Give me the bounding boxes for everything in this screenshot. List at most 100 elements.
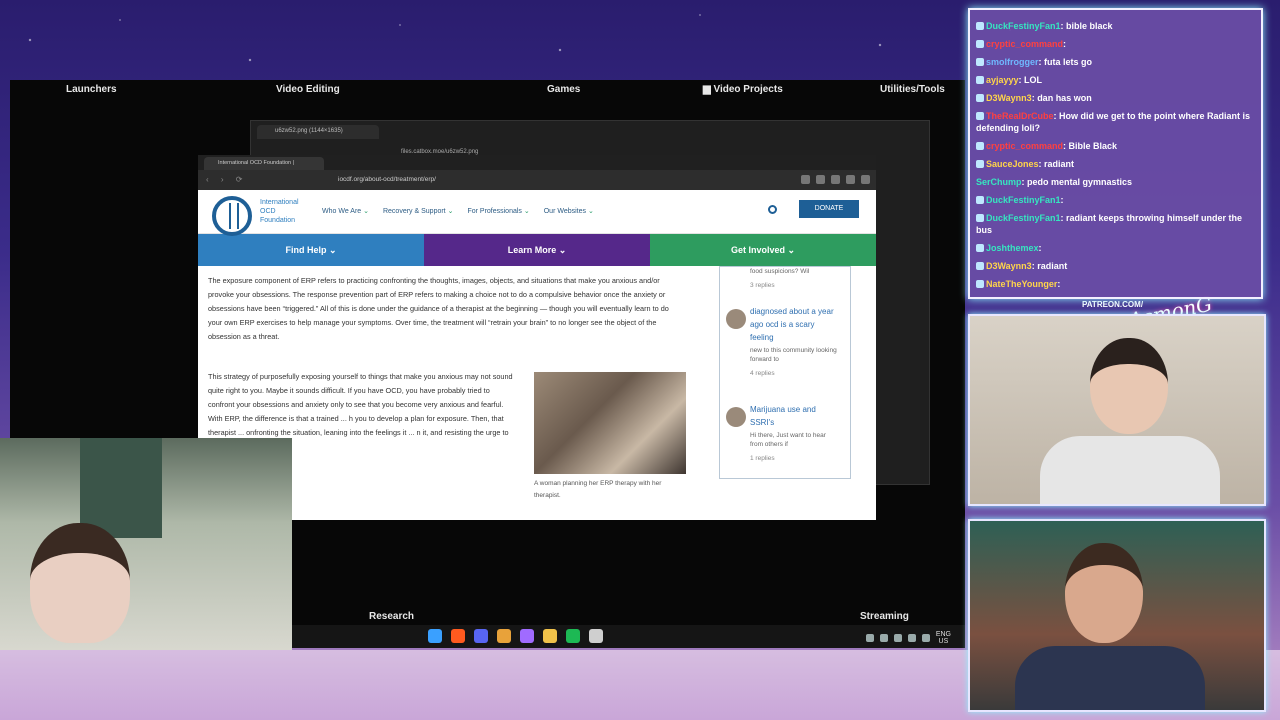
tray-icon[interactable] — [907, 634, 916, 642]
chat-username[interactable]: TheRealDrCube — [986, 111, 1054, 121]
nav-recovery-support[interactable]: Recovery & Support — [383, 207, 453, 215]
desktop-label-research[interactable]: Research — [369, 611, 414, 622]
user-avatar — [726, 407, 746, 427]
article-paragraph-1: The exposure component of ERP refers to … — [208, 276, 669, 341]
forum-item-replies: 4 replies — [750, 370, 775, 377]
badge-icon — [976, 214, 984, 222]
forum-item[interactable]: Marijuana use and SSRI's Hi there, Just … — [750, 403, 840, 462]
chat-username[interactable]: ayjayyy — [986, 75, 1019, 85]
windows-start-icon[interactable] — [428, 629, 442, 643]
nav-who-we-are[interactable]: Who We Are — [322, 207, 369, 215]
browser-tab-strip: International OCD Foundation | — [198, 155, 876, 170]
menu-get-involved[interactable]: Get Involved ⌄ — [650, 234, 876, 266]
file-explorer-icon[interactable] — [543, 629, 557, 643]
folder-icon: ▆ — [703, 84, 714, 95]
chat-panel: DuckFestinyFan1: bible black cryptic_com… — [968, 8, 1263, 299]
webcam-left — [0, 438, 292, 650]
chat-text: pedo mental gymnastics — [1027, 177, 1133, 187]
photo-caption: A woman planning her ERP therapy with he… — [534, 480, 662, 499]
forum-item-title[interactable]: Marijuana use and SSRI's — [750, 403, 840, 429]
chat-username[interactable]: DuckFestinyFan1 — [986, 21, 1061, 31]
extension-icon[interactable] — [801, 175, 810, 184]
badge-icon — [976, 280, 984, 288]
desktop-label-streaming[interactable]: Streaming — [860, 611, 909, 622]
extension-icon[interactable] — [816, 175, 825, 184]
chat-username[interactable]: SauceJones — [986, 159, 1039, 169]
forum-item[interactable]: food suspicions? Wil 3 replies — [750, 265, 840, 289]
iocdf-logo-icon[interactable] — [212, 196, 252, 236]
chat-message: D3Waynn3: dan has won — [976, 92, 1255, 104]
desktop-label-launchers[interactable]: Launchers — [66, 84, 117, 95]
desktop-label-utilities[interactable]: Utilities/Tools — [880, 84, 945, 95]
tray-icon[interactable] — [921, 634, 930, 642]
badge-icon — [976, 22, 984, 30]
desktop-label-video-editing[interactable]: Video Editing — [276, 84, 340, 95]
forum-item[interactable]: diagnosed about a year ago ocd is a scar… — [750, 305, 840, 377]
brave-browser-icon[interactable] — [451, 629, 465, 643]
menu-learn-more[interactable]: Learn More ⌄ — [424, 234, 650, 266]
chat-message: cryptic_command: Bible Black — [976, 140, 1255, 152]
spotify-icon[interactable] — [566, 629, 580, 643]
badge-icon — [976, 112, 984, 120]
chat-message: ayjayyy: LOL — [976, 74, 1255, 86]
chat-message: smolfrogger: futa lets go — [976, 56, 1255, 68]
nav-our-websites[interactable]: Our Websites — [544, 207, 594, 215]
desktop-label-video-projects[interactable]: ▆ Video Projects — [703, 84, 783, 95]
chat-username[interactable]: DuckFestinyFan1 — [986, 213, 1061, 223]
streamer-head — [30, 523, 130, 643]
obsidian-icon[interactable] — [520, 629, 534, 643]
chat-message: DuckFestinyFan1: radiant keeps throwing … — [976, 213, 1243, 235]
site-nav: Who We Are Recovery & Support For Profes… — [322, 207, 594, 215]
logo-text[interactable]: International OCD Foundation — [260, 198, 310, 225]
chat-username[interactable]: D3Waynn3 — [986, 93, 1032, 103]
forum-item-title[interactable]: food suspicions? Wil — [750, 267, 840, 276]
browser-toolbar: ‹ › ⟳ iocdf.org/about-ocd/treatment/erp/ — [198, 170, 876, 190]
forum-widget[interactable]: food suspicions? Wil 3 replies diagnosed… — [719, 266, 851, 479]
chat-username[interactable]: DuckFestinyFan1 — [986, 195, 1061, 205]
discord-icon[interactable] — [474, 629, 488, 643]
chat-message: D3Waynn3: radiant — [976, 260, 1255, 272]
forum-item-title[interactable]: diagnosed about a year ago ocd is a scar… — [750, 305, 840, 344]
browser-tab-iocdf[interactable]: International OCD Foundation | — [204, 157, 324, 170]
extension-icon[interactable] — [831, 175, 840, 184]
menu-icon[interactable] — [861, 175, 870, 184]
chat-username[interactable]: D3Waynn3 — [986, 261, 1032, 271]
chat-text: Bible Black — [1068, 141, 1118, 151]
app-icon[interactable] — [497, 629, 511, 643]
chat-message: Joshthemex: — [976, 242, 1255, 254]
page-content: The exposure component of ERP refers to … — [198, 266, 876, 516]
webcam-right-bottom — [968, 519, 1266, 712]
guest-head — [1065, 543, 1143, 643]
chat-username[interactable]: NateTheYounger — [986, 279, 1057, 289]
chat-message: NateTheYounger: — [976, 278, 1255, 290]
chat-username[interactable]: Joshthemex — [986, 243, 1039, 253]
badge-icon — [976, 160, 984, 168]
taskbar-icons — [428, 629, 603, 643]
chat-username[interactable]: SerChump — [976, 177, 1022, 187]
chat-username[interactable]: cryptic_command — [986, 141, 1063, 151]
desktop-label-games[interactable]: Games — [547, 84, 580, 95]
back-browser-tab[interactable]: u6zw52.png (1144×1635) — [257, 125, 379, 139]
extension-icon[interactable] — [846, 175, 855, 184]
extension-icons — [801, 175, 870, 184]
address-bar[interactable]: iocdf.org/about-ocd/treatment/erp/ — [338, 176, 436, 183]
badge-icon — [976, 94, 984, 102]
chat-text: LOL — [1024, 75, 1043, 85]
nav-buttons[interactable]: ‹ › ⟳ — [206, 175, 247, 184]
streamer-shirt — [1040, 436, 1220, 504]
chat-username[interactable]: cryptic_command — [986, 39, 1063, 49]
tray-region[interactable]: US — [936, 638, 951, 645]
badge-icon — [976, 40, 984, 48]
chat-username[interactable]: smolfrogger — [986, 57, 1039, 67]
obs-icon[interactable] — [589, 629, 603, 643]
menu-find-help[interactable]: Find Help ⌄ — [198, 234, 424, 266]
search-icon[interactable] — [768, 205, 777, 214]
donate-button[interactable]: DONATE — [799, 200, 859, 218]
site-header: International OCD Foundation Who We Are … — [198, 190, 876, 236]
tray-icon[interactable] — [865, 634, 874, 642]
tray-language[interactable]: ENG — [936, 631, 951, 638]
nav-for-professionals[interactable]: For Professionals — [467, 207, 529, 215]
tray-icon[interactable] — [879, 634, 888, 642]
front-browser-window[interactable]: International OCD Foundation | ‹ › ⟳ ioc… — [198, 155, 876, 520]
tray-icon[interactable] — [893, 634, 902, 642]
